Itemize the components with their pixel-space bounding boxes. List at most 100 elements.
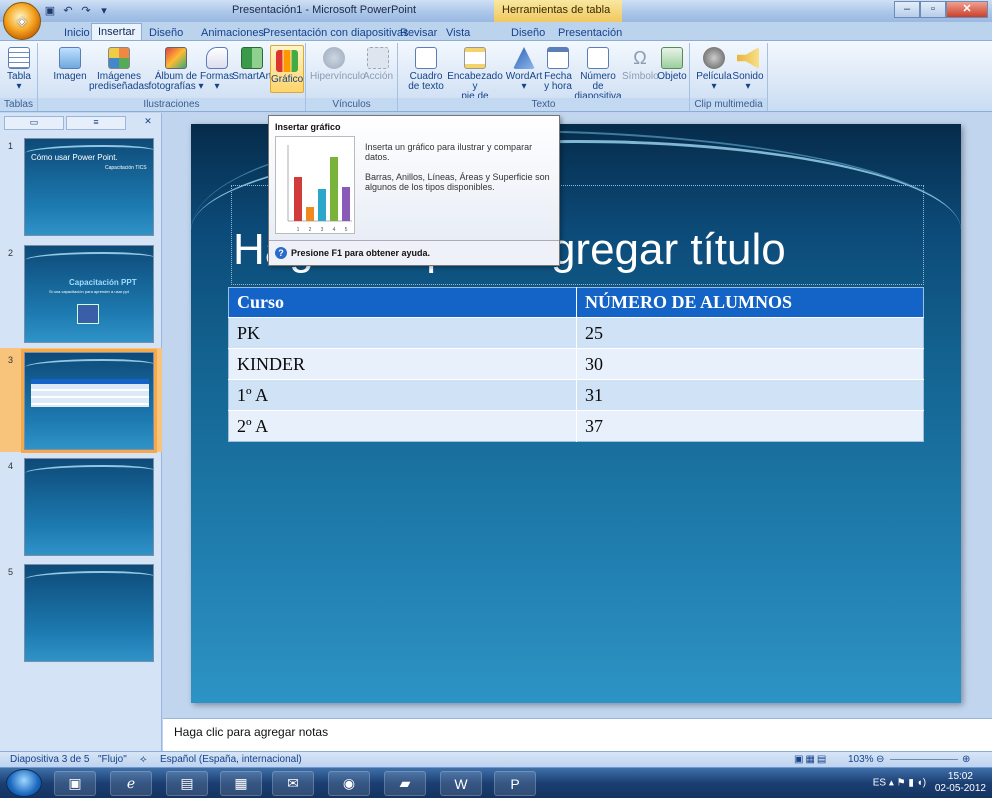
language-status[interactable]: Español (España, internacional) <box>160 754 302 765</box>
table-row: 1º A 31 <box>228 379 924 411</box>
table-row: 2º A 37 <box>228 410 924 442</box>
zoom-in-icon[interactable]: ⊕ <box>962 754 970 765</box>
view-buttons[interactable]: ▣▦▤ <box>794 754 828 765</box>
start-button[interactable] <box>6 769 42 797</box>
cuadro-texto-button[interactable]: Cuadro de texto <box>406 47 446 92</box>
office-button[interactable]: ◈ <box>3 2 41 40</box>
slide-thumbnail-3[interactable] <box>21 349 157 453</box>
slide-thumbnail-2[interactable]: Capacitación PPT Si una capacitación par… <box>24 245 154 343</box>
undo-icon[interactable]: ↶ <box>62 5 74 17</box>
taskbar-outlook-icon[interactable]: ✉ <box>272 771 314 796</box>
tooltip-footer: ? Presione F1 para obtener ayuda. <box>269 240 559 265</box>
table-cell[interactable]: 37 <box>576 410 924 442</box>
table-cell[interactable]: 31 <box>576 379 924 411</box>
slide-thumbnail-1[interactable]: Cómo usar Power Point. Capacitación TICS <box>24 138 154 236</box>
taskbar-ie-icon[interactable]: ℯ <box>110 771 152 796</box>
table-icon <box>8 47 30 69</box>
slide-number-icon <box>587 47 609 69</box>
sample-bar <box>318 189 326 221</box>
tab-insertar[interactable]: Insertar <box>91 23 143 41</box>
taskbar-folder-icon[interactable]: ▰ <box>384 771 426 796</box>
pane-tabs: ▭ ≡ ✕ <box>4 116 160 130</box>
pelicula-button[interactable]: Película ▾ <box>696 47 732 92</box>
tab-diseno[interactable]: Diseño <box>143 25 189 39</box>
smartart-button[interactable]: SmartArt <box>232 47 272 82</box>
slide-number: 3 <box>8 355 14 365</box>
notes-placeholder[interactable]: Haga clic para agregar notas <box>174 725 328 739</box>
redo-icon[interactable]: ↷ <box>80 5 92 17</box>
wordart-button[interactable]: WordArt ▾ <box>504 47 544 92</box>
table-header-cell[interactable]: Curso <box>228 287 577 318</box>
table-cell[interactable]: PK <box>228 317 577 349</box>
taskbar-firefox-icon[interactable]: ◉ <box>328 771 370 796</box>
spellcheck-icon[interactable]: ⟡ <box>140 754 147 765</box>
taskbar-calculator-icon[interactable]: ▦ <box>220 771 262 796</box>
objeto-button[interactable]: Objeto <box>656 47 688 82</box>
sample-bar <box>330 157 338 221</box>
grafico-button[interactable]: Gráfico <box>270 45 304 93</box>
numero-diapositiva-button[interactable]: Número de diapositiva <box>574 47 622 102</box>
simbolo-button[interactable]: Ω Símbolo <box>622 47 659 82</box>
taskbar-pptx-icon[interactable]: P <box>494 771 536 796</box>
taskbar-powerpoint-icon[interactable]: ▣ <box>54 771 96 796</box>
tab-presentacion-tabla[interactable]: Presentación <box>552 25 628 39</box>
sample-bar-chart: 1 2 3 4 5 <box>287 145 352 233</box>
sonido-button[interactable]: Sonido ▾ <box>732 47 764 92</box>
tooltip-description: Barras, Anillos, Líneas, Áreas y Superfi… <box>365 172 550 192</box>
tab-vista[interactable]: Vista <box>440 25 476 39</box>
zoom-out-icon[interactable]: ⊖ <box>876 754 884 765</box>
tooltip-help-text: Presione F1 para obtener ayuda. <box>291 248 431 258</box>
slide-table[interactable]: Curso NÚMERO DE ALUMNOS PK 25 KINDER 30 … <box>228 287 924 442</box>
imagen-button[interactable]: Imagen <box>50 47 90 82</box>
maximize-button[interactable]: ▫ <box>920 1 946 18</box>
zoom-level[interactable]: 103% <box>848 754 874 765</box>
taskbar-explorer-icon[interactable]: ▤ <box>166 771 208 796</box>
quick-access-toolbar: ▣ ↶ ↷ ▾ <box>44 3 124 19</box>
wordart-icon <box>513 47 535 69</box>
omega-icon: Ω <box>633 48 647 68</box>
hipervinculo-button[interactable]: Hipervínculo <box>310 47 366 82</box>
system-tray: ES ▴ ⚑ ▮ ◖) 15:02 02-05-2012 <box>873 771 986 795</box>
clock-date: 02-05-2012 <box>934 783 986 794</box>
tray-icons[interactable]: ▴ ⚑ ▮ ◖) <box>889 778 926 789</box>
close-button[interactable]: ✕ <box>946 1 988 18</box>
group-vinculos: Hipervínculo Acción Vínculos <box>306 43 398 111</box>
table-cell[interactable]: 30 <box>576 348 924 380</box>
zoom-slider[interactable] <box>890 759 958 760</box>
table-cell[interactable]: 2º A <box>228 410 577 442</box>
table-header-cell[interactable]: NÚMERO DE ALUMNOS <box>576 287 924 318</box>
accion-button[interactable]: Acción <box>362 47 394 82</box>
formas-button[interactable]: Formas ▾ <box>200 47 234 92</box>
group-multimedia: Película ▾ Sonido ▾ Clip multimedia <box>690 43 768 111</box>
slides-tab[interactable]: ▭ <box>4 116 64 130</box>
customize-qat-icon[interactable]: ▾ <box>98 5 110 17</box>
taskbar-word-icon[interactable]: W <box>440 771 482 796</box>
input-language[interactable]: ES <box>873 778 886 789</box>
fecha-hora-button[interactable]: Fecha y hora <box>542 47 574 92</box>
mini-table <box>31 379 149 407</box>
help-icon: ? <box>275 247 287 259</box>
table-cell[interactable]: KINDER <box>228 348 577 380</box>
tabla-button[interactable]: Tabla ▾ <box>4 47 34 92</box>
outline-tab[interactable]: ≡ <box>66 116 126 130</box>
sample-bar <box>294 177 302 221</box>
tab-revisar[interactable]: Revisar <box>394 25 443 39</box>
slide-thumbnail-5[interactable] <box>24 564 154 662</box>
slide-thumbnail-4[interactable] <box>24 458 154 556</box>
imagenes-prediseñadas-button[interactable]: Imágenes prediseñadas <box>88 47 150 92</box>
close-pane-icon[interactable]: ✕ <box>140 116 156 130</box>
slide-number: 2 <box>8 248 14 258</box>
album-fotografias-button[interactable]: Álbum de fotografías ▾ <box>148 47 204 92</box>
slide-number: 5 <box>8 567 14 577</box>
table-cell[interactable]: 1º A <box>228 379 577 411</box>
calendar-icon <box>547 47 569 69</box>
save-icon[interactable]: ▣ <box>44 5 56 17</box>
tick-label: 4 <box>333 227 336 233</box>
table-cell[interactable]: 25 <box>576 317 924 349</box>
shapes-icon <box>206 47 228 69</box>
minimize-button[interactable]: – <box>894 1 920 18</box>
object-icon <box>661 47 683 69</box>
tab-presentacion-diapositivas[interactable]: Presentación con diapositivas <box>257 25 415 39</box>
clock[interactable]: 15:02 02-05-2012 <box>935 771 986 795</box>
tab-diseno-tabla[interactable]: Diseño <box>505 25 551 39</box>
